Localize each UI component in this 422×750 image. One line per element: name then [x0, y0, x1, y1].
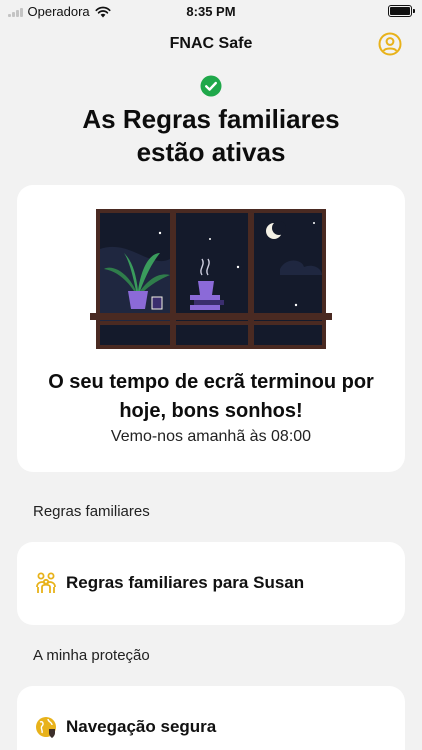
family-icon [36, 572, 56, 593]
profile-icon [378, 32, 402, 56]
safe-browsing-label: Navegação segura [66, 717, 217, 736]
battery-icon [388, 5, 415, 17]
section-label-my-protection: A minha proteção [33, 647, 150, 664]
page-title-line1: As Regras familiares [82, 104, 340, 134]
bedtime-message-line1: O seu tempo de ecrã terminou por [48, 371, 374, 393]
bedtime-message: O seu tempo de ecrã terminou por hoje, b… [17, 368, 405, 426]
app-title: FNAC Safe [169, 35, 253, 52]
safe-browsing-row[interactable]: Navegação segura [17, 686, 405, 750]
globe-shield-icon [36, 717, 56, 738]
check-circle-icon [200, 75, 222, 97]
page-title-line2: estão ativas [136, 137, 286, 167]
page-title: As Regras familiares estão ativas [0, 103, 422, 169]
family-rules-susan-label: Regras familiares para Susan [66, 573, 305, 592]
next-access-time: Vemo-nos amanhã às 08:00 [110, 428, 312, 445]
status-bar: Operadora 8:35 PM [0, 0, 422, 24]
family-rules-susan-row[interactable]: Regras familiares para Susan [17, 542, 405, 625]
status-time: 8:35 PM [186, 4, 236, 19]
bedtime-message-line2: hoje, bons sonhos! [119, 400, 303, 422]
bedtime-card: O seu tempo de ecrã terminou por hoje, b… [17, 185, 405, 472]
night-window-illustration [90, 209, 332, 349]
section-label-family-rules: Regras familiares [33, 503, 150, 520]
profile-button[interactable] [378, 32, 402, 56]
